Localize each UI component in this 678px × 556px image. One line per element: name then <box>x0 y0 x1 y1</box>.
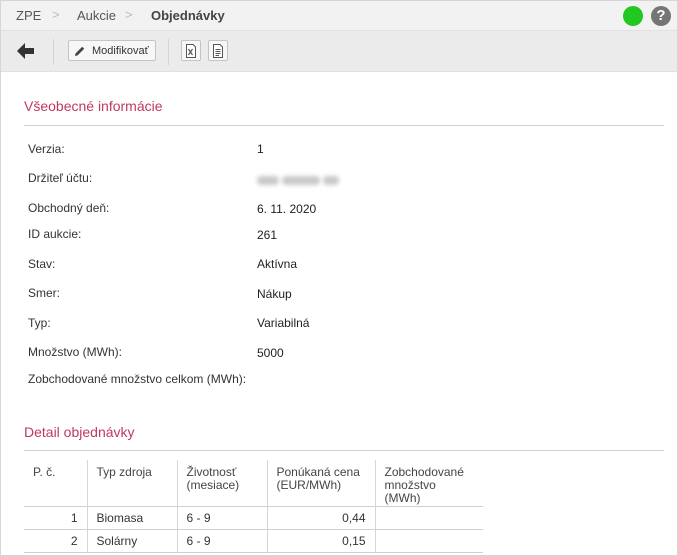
document-icon <box>213 43 223 58</box>
breadcrumb-objednavky: Objednávky <box>151 8 225 23</box>
pencil-icon <box>75 46 85 56</box>
order-detail-table: P. č. Typ zdroja Životnosť (mesiace) Pon… <box>24 460 483 553</box>
export-document-button[interactable] <box>208 40 228 61</box>
field-label-version: Verzia: <box>28 142 65 156</box>
field-value-trading-day: 6. 11. 2020 <box>257 202 317 216</box>
column-header-lifetime[interactable]: Životnosť (mesiace) <box>176 460 267 506</box>
toolbar: Modifikovať <box>1 31 677 72</box>
table-row[interactable]: 2 Solárny 6 - 9 0,15 <box>24 529 483 552</box>
breadcrumb-zpe[interactable]: ZPE <box>16 8 41 23</box>
column-header-number[interactable]: P. č. <box>24 460 87 506</box>
section-divider <box>24 450 664 451</box>
back-button[interactable] <box>11 38 39 64</box>
table-header-row: P. č. Typ zdroja Životnosť (mesiace) Pon… <box>24 460 483 506</box>
arrow-left-icon <box>17 43 34 59</box>
table-row[interactable]: 1 Biomasa 6 - 9 0,44 <box>24 506 483 529</box>
field-value-quantity: 5000 <box>257 346 284 360</box>
cell-traded-quantity <box>374 529 483 552</box>
field-label-quantity: Množstvo (MWh): <box>28 345 123 359</box>
field-value-version: 1 <box>257 142 264 156</box>
breadcrumb-separator: > <box>52 7 60 22</box>
help-icon[interactable]: ? <box>651 6 671 26</box>
cell-number: 1 <box>70 510 78 525</box>
general-info-title: Všeobecné informácie <box>24 98 163 114</box>
modify-button-label: Modifikovať <box>92 44 149 57</box>
cell-source-type: Solárny <box>86 529 177 552</box>
excel-icon <box>186 43 196 58</box>
field-label-status: Stav: <box>28 257 56 271</box>
toolbar-divider <box>168 39 169 65</box>
cell-lifetime: 6 - 9 <box>176 529 267 552</box>
field-label-account-holder: Držiteľ účtu: <box>28 171 93 185</box>
column-header-source-type[interactable]: Typ zdroja <box>86 460 177 506</box>
breadcrumb-separator: > <box>125 7 133 22</box>
cell-offered-price: 0,15 <box>266 529 375 552</box>
field-value-auction-id: 261 <box>257 228 278 242</box>
breadcrumb-aukcie[interactable]: Aukcie <box>77 8 116 23</box>
field-label-type: Typ: <box>28 316 51 330</box>
toolbar-divider <box>53 39 54 65</box>
section-divider <box>24 125 664 126</box>
cell-lifetime: 6 - 9 <box>176 506 267 529</box>
field-label-direction: Smer: <box>28 286 61 300</box>
field-value-status: Aktívna <box>257 257 298 271</box>
field-label-traded-total: Zobchodované množstvo celkom (MWh): <box>28 372 247 386</box>
export-excel-button[interactable] <box>181 40 201 61</box>
column-header-offered-price[interactable]: Ponúkaná cena (EUR/MWh) <box>266 460 375 506</box>
cell-traded-quantity <box>374 506 483 529</box>
modify-button[interactable]: Modifikovať <box>68 40 156 61</box>
cell-offered-price: 0,44 <box>266 506 375 529</box>
breadcrumb-bar: ZPE > Aukcie > Objednávky ? <box>1 1 677 31</box>
field-label-trading-day: Obchodný deň: <box>28 201 110 215</box>
order-detail-title: Detail objednávky <box>24 424 135 440</box>
cell-source-type: Biomasa <box>86 506 177 529</box>
field-value-type: Variabilná <box>257 316 310 330</box>
field-label-auction-id: ID aukcie: <box>28 227 82 241</box>
account-holder-redacted <box>257 173 347 186</box>
field-value-direction: Nákup <box>257 287 292 301</box>
cell-number: 2 <box>70 533 78 548</box>
column-header-traded-quantity[interactable]: Zobchodované množstvo (MWh) <box>374 460 483 506</box>
window: ZPE > Aukcie > Objednávky ? Modifikovať <box>0 0 678 556</box>
status-indicator-icon <box>623 6 643 26</box>
